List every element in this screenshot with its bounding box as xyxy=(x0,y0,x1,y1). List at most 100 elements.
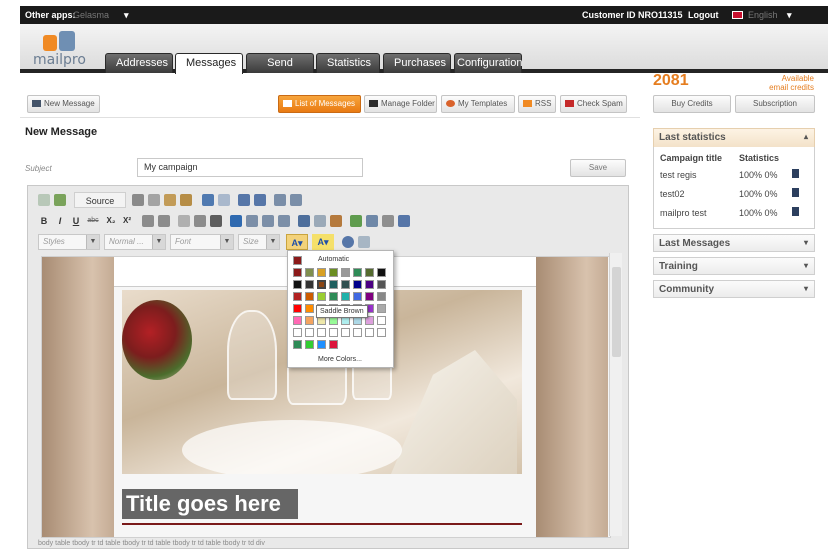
color-swatch[interactable] xyxy=(305,304,314,313)
color-swatch[interactable] xyxy=(317,292,326,301)
undo-icon[interactable] xyxy=(202,194,214,206)
color-swatch[interactable] xyxy=(305,316,314,325)
language-selector[interactable]: English xyxy=(748,10,778,20)
anchor-icon[interactable] xyxy=(330,215,342,227)
list-of-messages-button[interactable]: List of Messages xyxy=(278,95,361,113)
new-page-icon[interactable] xyxy=(38,194,50,206)
color-swatch[interactable] xyxy=(365,268,374,277)
format-dropdown[interactable]: Normal ... ▼ xyxy=(104,234,166,250)
text-color-button[interactable]: A▾ xyxy=(286,234,308,250)
source-button[interactable]: Source xyxy=(74,192,126,208)
scrollbar-thumb[interactable] xyxy=(612,267,621,357)
color-swatch[interactable] xyxy=(377,280,386,289)
color-swatch[interactable] xyxy=(293,292,302,301)
image-icon[interactable] xyxy=(350,215,362,227)
color-swatch[interactable] xyxy=(305,280,314,289)
underline-button[interactable]: U xyxy=(70,213,82,229)
manage-folder-button[interactable]: Manage Folder xyxy=(364,95,437,113)
color-swatch[interactable] xyxy=(377,268,386,277)
color-swatch[interactable] xyxy=(341,328,350,337)
subscription-button[interactable]: Subscription xyxy=(735,95,815,113)
language-chevron-down-icon[interactable]: ▾ xyxy=(787,10,792,21)
color-swatch[interactable] xyxy=(329,280,338,289)
tab-messages[interactable]: Messages xyxy=(175,53,243,74)
color-swatch[interactable] xyxy=(305,292,314,301)
color-swatch[interactable] xyxy=(305,328,314,337)
new-message-button[interactable]: New Message xyxy=(27,95,100,113)
redo-icon[interactable] xyxy=(218,194,230,206)
tab-addresses[interactable]: Addresses xyxy=(105,53,173,73)
paste-text-icon[interactable] xyxy=(180,194,192,206)
community-header[interactable]: Community ▾ xyxy=(653,280,815,298)
color-swatch[interactable] xyxy=(377,304,386,313)
cut-icon[interactable] xyxy=(132,194,144,206)
logout-link[interactable]: Logout xyxy=(688,10,719,20)
align-right-icon[interactable] xyxy=(262,215,274,227)
color-swatch[interactable] xyxy=(329,292,338,301)
color-swatch[interactable] xyxy=(365,292,374,301)
paste-icon[interactable] xyxy=(164,194,176,206)
replace-icon[interactable] xyxy=(254,194,266,206)
color-swatch[interactable] xyxy=(317,340,326,349)
my-templates-button[interactable]: My Templates xyxy=(441,95,515,113)
bulleted-list-icon[interactable] xyxy=(158,215,170,227)
chart-icon[interactable] xyxy=(792,169,799,178)
color-swatch[interactable] xyxy=(377,292,386,301)
color-swatch[interactable] xyxy=(293,304,302,313)
indent-icon[interactable] xyxy=(194,215,206,227)
editor-scrollbar[interactable] xyxy=(609,253,622,536)
color-swatch[interactable] xyxy=(353,268,362,277)
color-swatch[interactable] xyxy=(341,280,350,289)
tab-configuration[interactable]: Configuration xyxy=(454,53,522,73)
color-swatch[interactable] xyxy=(365,328,374,337)
color-swatch[interactable] xyxy=(293,340,302,349)
last-messages-header[interactable]: Last Messages ▾ xyxy=(653,234,815,252)
horizontal-rule-icon[interactable] xyxy=(382,215,394,227)
justify-icon[interactable] xyxy=(278,215,290,227)
color-swatch[interactable] xyxy=(353,280,362,289)
color-swatch[interactable] xyxy=(305,268,314,277)
check-spam-button[interactable]: Check Spam xyxy=(560,95,627,113)
strike-button[interactable]: abc xyxy=(86,213,100,229)
title-heading[interactable]: Title goes here xyxy=(122,489,298,519)
color-swatch[interactable] xyxy=(293,316,302,325)
save-button[interactable]: Save xyxy=(570,159,626,177)
color-swatch[interactable] xyxy=(317,328,326,337)
blockquote-icon[interactable] xyxy=(210,215,222,227)
styles-dropdown[interactable]: Styles ▼ xyxy=(38,234,100,250)
automatic-swatch[interactable] xyxy=(293,256,302,265)
special-char-icon[interactable] xyxy=(398,215,410,227)
select-all-icon[interactable] xyxy=(274,194,286,206)
color-swatch[interactable] xyxy=(293,268,302,277)
color-swatch[interactable] xyxy=(317,280,326,289)
color-swatch[interactable] xyxy=(317,268,326,277)
bold-button[interactable]: B xyxy=(38,213,50,229)
outdent-icon[interactable] xyxy=(178,215,190,227)
color-swatch[interactable] xyxy=(377,316,386,325)
color-swatch[interactable] xyxy=(341,292,350,301)
show-blocks-icon[interactable] xyxy=(358,236,370,248)
font-dropdown[interactable]: Font ▼ xyxy=(170,234,234,250)
mailpro-logo[interactable] xyxy=(43,31,77,53)
subject-input[interactable]: My campaign xyxy=(137,158,363,177)
automatic-option[interactable]: Automatic xyxy=(318,256,349,263)
color-swatch[interactable] xyxy=(365,280,374,289)
subscript-button[interactable]: X₂ xyxy=(104,213,118,229)
color-swatch[interactable] xyxy=(377,328,386,337)
maximize-icon[interactable] xyxy=(342,236,354,248)
align-left-icon[interactable] xyxy=(230,215,242,227)
training-header[interactable]: Training ▾ xyxy=(653,257,815,275)
color-swatch[interactable] xyxy=(353,328,362,337)
tab-purchases[interactable]: Purchases xyxy=(383,53,451,73)
color-swatch[interactable] xyxy=(305,340,314,349)
size-dropdown[interactable]: Size ▼ xyxy=(238,234,280,250)
color-swatch[interactable] xyxy=(329,328,338,337)
chart-icon[interactable] xyxy=(792,207,799,216)
remove-format-icon[interactable] xyxy=(290,194,302,206)
color-swatch[interactable] xyxy=(293,328,302,337)
color-swatch[interactable] xyxy=(329,340,338,349)
color-swatch[interactable] xyxy=(341,268,350,277)
campaign-title[interactable]: test regis xyxy=(660,170,697,180)
numbered-list-icon[interactable] xyxy=(142,215,154,227)
campaign-title[interactable]: test02 xyxy=(660,189,685,199)
